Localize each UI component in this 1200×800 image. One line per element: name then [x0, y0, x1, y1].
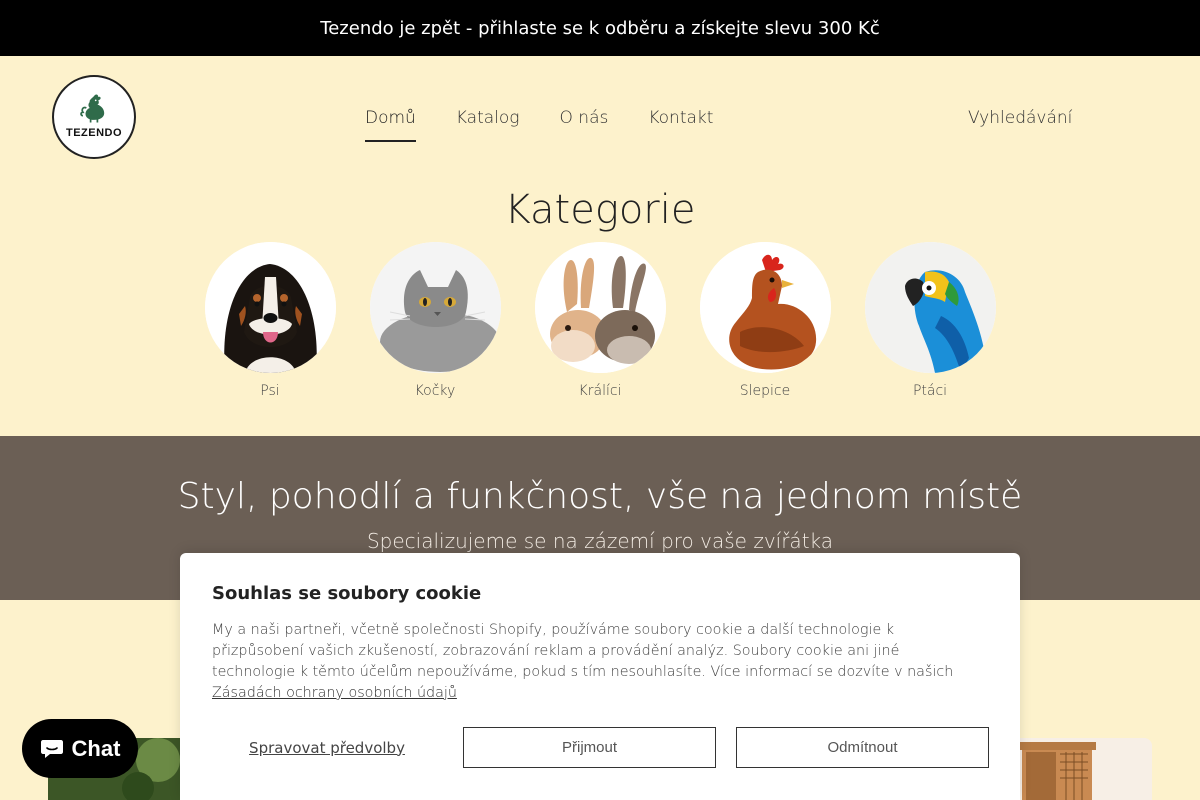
- accept-button[interactable]: Přijmout: [463, 727, 716, 768]
- cookie-body: My a naši partneři, včetně společnosti S…: [212, 620, 972, 704]
- product-thumbnail-hutch[interactable]: [1000, 738, 1152, 800]
- category-label: Králíci: [578, 383, 622, 399]
- category-label: Ptáci: [912, 383, 948, 399]
- category-item-dogs[interactable]: Psi: [204, 242, 336, 399]
- privacy-policy-link[interactable]: Zásadách ochrany osobních údajů: [212, 685, 457, 701]
- cookie-body-text: My a naši partneři, včetně společnosti S…: [212, 622, 954, 680]
- cookie-actions: Spravovat předvolby Přijmout Odmítnout: [212, 727, 989, 768]
- category-list: Psi Kočky Králíci Slepice Ptáci: [0, 242, 1200, 399]
- category-item-cats[interactable]: Kočky: [369, 242, 501, 399]
- site-header: TEZENDO Domů Katalog O nás Kontakt Vyhle…: [0, 56, 1200, 178]
- banner-title: Styl, pohodlí a funkčnost, vše na jednom…: [177, 476, 1023, 517]
- category-label: Psi: [260, 383, 280, 399]
- category-item-birds[interactable]: Ptáci: [864, 242, 996, 399]
- chat-label: Chat: [71, 735, 121, 761]
- nav-item-catalog[interactable]: Katalog: [456, 108, 520, 142]
- cat-photo: [369, 242, 501, 373]
- cookie-title: Souhlas se soubory cookie: [212, 583, 482, 604]
- chat-button[interactable]: Chat: [22, 719, 138, 778]
- decline-button[interactable]: Odmítnout: [736, 727, 989, 768]
- nav-item-about[interactable]: O nás: [560, 108, 609, 142]
- rooster-icon: [80, 94, 105, 123]
- announcement-bar: Tezendo je zpět - přihlaste se k odběru …: [0, 0, 1200, 56]
- announcement-text: Tezendo je zpět - přihlaste se k odběru …: [320, 17, 880, 39]
- category-item-chickens[interactable]: Slepice: [699, 242, 831, 399]
- search-link[interactable]: Vyhledávání: [968, 108, 1072, 128]
- chat-bubble-icon: [40, 739, 63, 758]
- main-nav: Domů Katalog O nás Kontakt: [365, 108, 713, 142]
- parrot-photo: [864, 242, 996, 373]
- manage-preferences-button[interactable]: Spravovat předvolby: [212, 727, 442, 768]
- rabbit-photo: [534, 242, 666, 373]
- banner-subtitle: Specializujeme se na zázemí pro vaše zví…: [366, 529, 834, 553]
- category-label: Kočky: [414, 383, 456, 399]
- category-item-rabbits[interactable]: Králíci: [534, 242, 666, 399]
- cookie-consent-dialog: Souhlas se soubory cookie My a naši part…: [180, 553, 1020, 800]
- categories-title: Kategorie: [504, 187, 696, 233]
- category-label: Slepice: [739, 383, 791, 399]
- logo-text: TEZENDO: [65, 127, 123, 139]
- nav-item-contact[interactable]: Kontakt: [648, 108, 713, 142]
- dog-photo: [204, 242, 336, 373]
- nav-item-home[interactable]: Domů: [365, 108, 416, 142]
- logo[interactable]: TEZENDO: [52, 75, 136, 159]
- chicken-photo: [699, 242, 831, 373]
